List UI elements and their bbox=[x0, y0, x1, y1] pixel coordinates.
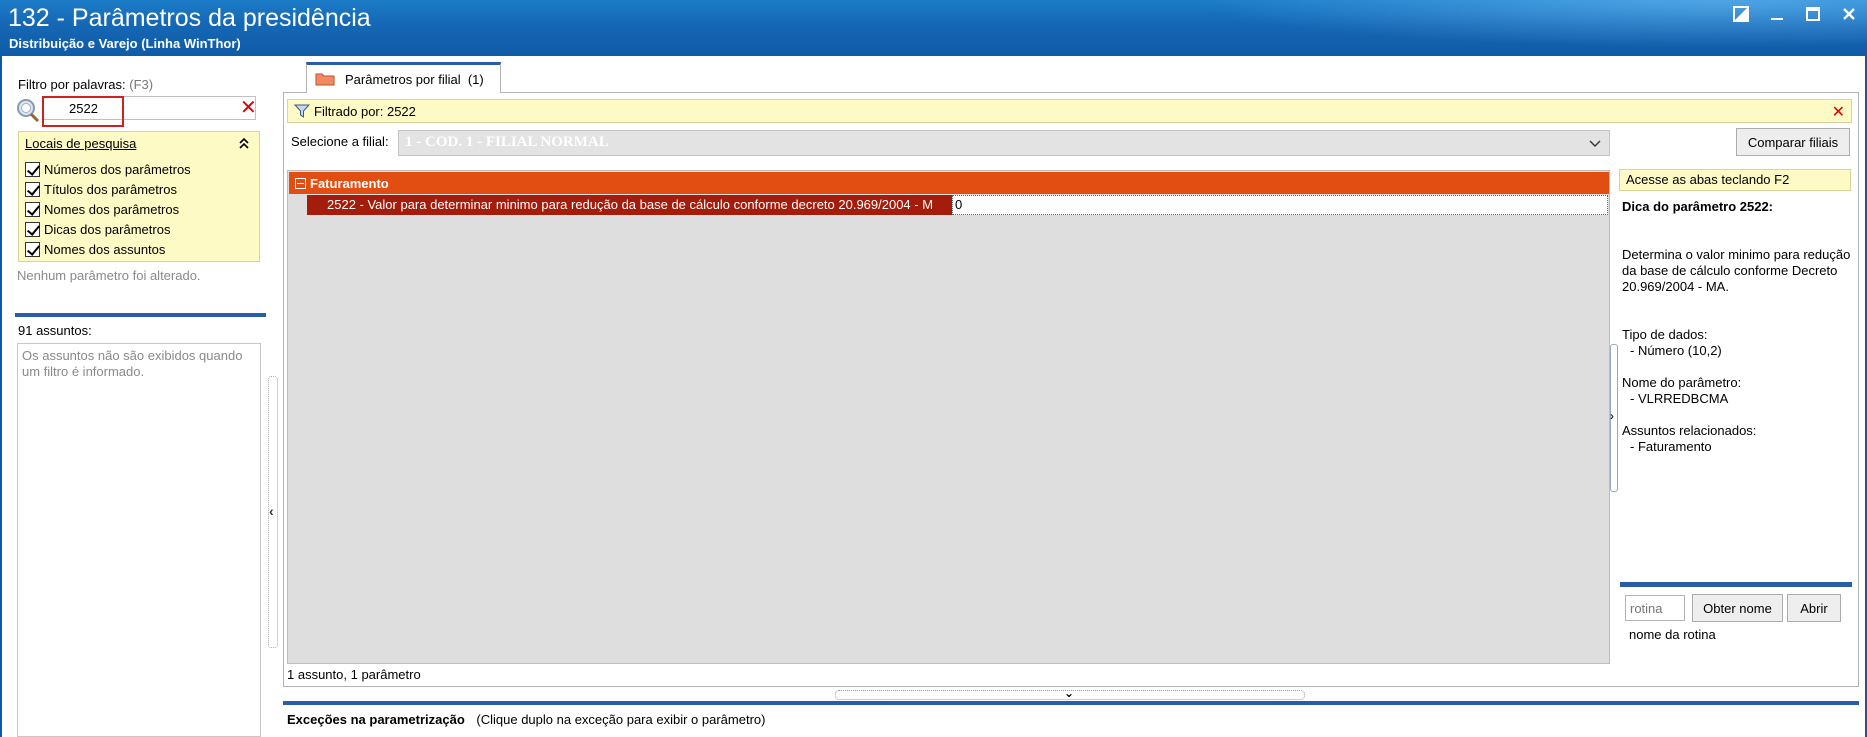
close-icon[interactable] bbox=[1841, 6, 1859, 24]
group-header-faturamento[interactable]: Faturamento bbox=[289, 172, 1609, 194]
right-splitter[interactable]: › bbox=[1610, 344, 1618, 492]
collapse-icon[interactable] bbox=[237, 136, 251, 150]
checkbox-param-names[interactable]: Nomes dos parâmetros bbox=[25, 202, 179, 217]
parameter-tip: Dica do parâmetro 2522: Determina o valo… bbox=[1622, 199, 1854, 455]
exceptions-title: Exceções na parametrização bbox=[287, 712, 465, 727]
get-name-button[interactable]: Obter nome bbox=[1692, 594, 1783, 622]
collapse-group-icon[interactable] bbox=[295, 177, 306, 189]
data-type-label: Tipo de dados: bbox=[1622, 327, 1708, 342]
branch-select-value: 1 - COD. 1 - FILIAL NORMAL bbox=[405, 134, 609, 150]
chevron-right-icon[interactable]: › bbox=[1610, 409, 1614, 423]
tab-params-by-branch[interactable]: Parâmetros por filial (1) bbox=[306, 62, 501, 93]
checkbox[interactable] bbox=[25, 182, 40, 197]
checkbox-param-titles[interactable]: Títulos dos parâmetros bbox=[25, 182, 177, 197]
checkbox[interactable] bbox=[25, 242, 40, 257]
parameter-row[interactable]: 2522 - Valor para determinar minimo para… bbox=[307, 195, 1609, 215]
bottom-splitter[interactable]: ⌄ bbox=[835, 686, 1305, 700]
tip-title: Dica do parâmetro 2522: bbox=[1622, 199, 1774, 214]
related-subjects-label: Assuntos relacionados: bbox=[1622, 423, 1757, 438]
filter-label-text: Filtro por palavras: bbox=[18, 77, 126, 92]
related-subjects-value: - Faturamento bbox=[1630, 439, 1712, 454]
checkbox-param-tips[interactable]: Dicas dos parâmetros bbox=[25, 222, 170, 237]
compare-branches-button[interactable]: Comparar filiais bbox=[1736, 128, 1850, 156]
checkbox-label: Nomes dos assuntos bbox=[44, 242, 166, 257]
parameter-value-field[interactable]: 0 bbox=[952, 195, 1608, 215]
clear-filter-icon[interactable]: ✕ bbox=[1832, 102, 1845, 122]
subjects-list[interactable]: Os assuntos não são exibidos quando um f… bbox=[17, 343, 261, 737]
minimize-icon[interactable] bbox=[1769, 6, 1787, 24]
subjects-message: Os assuntos não são exibidos quando um f… bbox=[22, 348, 243, 379]
branch-select[interactable]: 1 - COD. 1 - FILIAL NORMAL bbox=[398, 130, 1610, 156]
group-label: Faturamento bbox=[310, 175, 389, 191]
routine-input-box bbox=[1625, 595, 1685, 621]
maximize-icon[interactable] bbox=[1805, 6, 1823, 24]
checkbox-label: Números dos parâmetros bbox=[44, 162, 191, 177]
tab-count: (1) bbox=[467, 71, 484, 87]
tab-label: Parâmetros por filial bbox=[345, 71, 461, 87]
exceptions-accent-bar bbox=[283, 701, 1859, 705]
window-controls bbox=[1733, 6, 1859, 24]
parameter-name[interactable]: 2522 - Valor para determinar minimo para… bbox=[307, 195, 952, 215]
filtered-by-text: Filtrado por: 2522 bbox=[314, 103, 416, 119]
restore-style-icon[interactable] bbox=[1733, 6, 1751, 24]
filter-label: Filtro por palavras: (F3) bbox=[18, 77, 153, 92]
folder-icon bbox=[315, 73, 335, 86]
checkbox-label: Nomes dos parâmetros bbox=[44, 202, 180, 217]
no-change-text: Nenhum parâmetro foi alterado. bbox=[17, 268, 201, 283]
checkbox-param-numbers[interactable]: Números dos parâmetros bbox=[25, 162, 191, 177]
search-locations-panel: Locais de pesquisa Números dos parâmetro… bbox=[18, 131, 260, 262]
routine-input[interactable] bbox=[1626, 596, 1682, 620]
checkbox[interactable] bbox=[25, 222, 40, 237]
param-name-label: Nome do parâmetro: bbox=[1622, 375, 1742, 390]
routine-name-label: nome da rotina bbox=[1629, 627, 1716, 642]
data-type-value: - Número (10,2) bbox=[1630, 343, 1722, 358]
funnel-icon bbox=[294, 104, 310, 118]
chevron-down-icon bbox=[1589, 140, 1601, 147]
chevron-down-icon[interactable]: ⌄ bbox=[1064, 686, 1074, 700]
exceptions-header: Exceções na parametrização (Clique duplo… bbox=[287, 712, 765, 727]
branch-label: Selecione a filial: bbox=[291, 134, 389, 149]
filtered-by-bar: Filtrado por: 2522 ✕ bbox=[287, 99, 1852, 123]
search-highlight bbox=[42, 96, 124, 127]
window-subtitle: Distribuição e Varejo (Linha WinThor) bbox=[9, 36, 241, 51]
filter-shortcut: (F3) bbox=[129, 77, 154, 92]
checkbox-label: Títulos dos parâmetros bbox=[44, 182, 177, 197]
open-button[interactable]: Abrir bbox=[1787, 594, 1841, 622]
subjects-count: 91 assuntos: bbox=[18, 323, 92, 338]
title-bar: 132 - Parâmetros da presidência Distribu… bbox=[0, 0, 1867, 56]
status-text: 1 assunto, 1 parâmetro bbox=[287, 667, 421, 682]
subjects-accent-bar bbox=[15, 313, 266, 317]
left-splitter[interactable]: ‹ bbox=[268, 376, 278, 648]
search-locations-title: Locais de pesquisa bbox=[25, 136, 137, 151]
checkbox[interactable] bbox=[25, 202, 40, 217]
chevron-left-icon[interactable]: ‹ bbox=[269, 503, 274, 519]
clear-search-icon[interactable]: ✕ bbox=[240, 98, 257, 118]
tabs-hint: Acesse as abas teclando F2 bbox=[1619, 169, 1851, 191]
window-title: 132 - Parâmetros da presidência bbox=[8, 4, 371, 32]
parameters-grid: Faturamento 2522 - Valor para determinar… bbox=[287, 170, 1610, 664]
routine-accent-bar bbox=[1620, 582, 1852, 587]
checkbox[interactable] bbox=[25, 162, 40, 177]
param-name-value: - VLRREDBCMA bbox=[1630, 391, 1729, 406]
search-icon bbox=[17, 99, 40, 122]
checkbox-subject-names[interactable]: Nomes dos assuntos bbox=[25, 242, 165, 257]
exceptions-hint: (Clique duplo na exceção para exibir o p… bbox=[476, 712, 766, 727]
tip-description: Determina o valor minimo para redução da… bbox=[1622, 247, 1851, 294]
checkbox-label: Dicas dos parâmetros bbox=[44, 222, 171, 237]
